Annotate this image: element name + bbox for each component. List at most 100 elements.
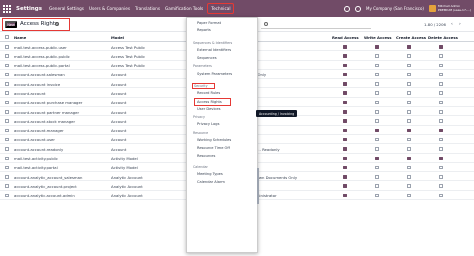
dropdown-item-user-devices[interactable]: User Devices — [197, 107, 221, 111]
delete-access-checkbox[interactable] — [439, 54, 443, 58]
read-access-checkbox[interactable] — [343, 72, 347, 77]
create-access-checkbox[interactable] — [407, 147, 411, 151]
row-checkbox[interactable] — [5, 137, 9, 142]
read-access-checkbox[interactable] — [343, 193, 347, 198]
new-button[interactable]: New — [5, 21, 17, 28]
row-checkbox[interactable] — [5, 63, 9, 68]
create-access-checkbox[interactable] — [407, 54, 411, 58]
pager-prev-button[interactable]: ‹ — [451, 22, 453, 27]
delete-access-checkbox[interactable] — [439, 193, 443, 198]
row-checkbox[interactable] — [5, 147, 9, 151]
apps-menu-icon[interactable] — [3, 4, 11, 13]
delete-access-checkbox[interactable] — [439, 82, 443, 86]
create-access-checkbox[interactable] — [407, 110, 411, 114]
select-all-checkbox[interactable] — [5, 35, 9, 39]
dropdown-item-paper-format[interactable]: Paper Format — [197, 21, 221, 25]
gear-icon[interactable] — [55, 22, 59, 26]
write-access-checkbox[interactable] — [375, 100, 379, 105]
write-access-checkbox[interactable] — [375, 165, 379, 170]
menu-gamification-tools[interactable]: Gamification Tools — [165, 6, 203, 11]
write-access-checkbox[interactable] — [375, 128, 379, 133]
column-header-create-access[interactable]: Create Access — [396, 35, 426, 40]
write-access-checkbox[interactable] — [375, 72, 379, 77]
write-access-checkbox[interactable] — [375, 119, 379, 123]
dropdown-scrollbar[interactable] — [257, 168, 259, 204]
delete-access-checkbox[interactable] — [439, 165, 443, 170]
menu-general-settings[interactable]: General Settings — [49, 6, 84, 11]
read-access-checkbox[interactable] — [343, 175, 347, 179]
company-switcher[interactable]: My Company (San Francisco) — [366, 6, 424, 11]
row-checkbox[interactable] — [5, 184, 9, 188]
pager-next-button[interactable]: › — [459, 22, 461, 27]
read-access-checkbox[interactable] — [343, 137, 347, 142]
read-access-checkbox[interactable] — [343, 184, 347, 188]
read-access-checkbox[interactable] — [343, 100, 347, 105]
delete-access-checkbox[interactable] — [439, 91, 443, 95]
dropdown-item-privacy-logs[interactable]: Privacy Logs — [197, 122, 219, 126]
read-access-checkbox[interactable] — [343, 63, 347, 68]
create-access-checkbox[interactable] — [407, 91, 411, 95]
create-access-checkbox[interactable] — [407, 100, 411, 105]
read-access-checkbox[interactable] — [343, 147, 347, 151]
create-access-checkbox[interactable] — [407, 45, 411, 49]
delete-access-checkbox[interactable] — [439, 110, 443, 114]
dropdown-item-access-rights[interactable]: Access Rights — [194, 98, 231, 106]
dropdown-item-resource-time-off[interactable]: Resource Time Off — [197, 146, 230, 150]
write-access-checkbox[interactable] — [375, 82, 379, 86]
row-checkbox[interactable] — [5, 156, 9, 161]
dropdown-item-working-schedules[interactable]: Working Schedules — [197, 138, 231, 142]
write-access-checkbox[interactable] — [375, 91, 379, 95]
delete-access-checkbox[interactable] — [439, 156, 443, 161]
column-header-read-access[interactable]: Read Access — [332, 35, 359, 40]
activity-clock-icon[interactable] — [355, 5, 361, 12]
read-access-checkbox[interactable] — [343, 119, 347, 123]
read-access-checkbox[interactable] — [343, 91, 347, 95]
read-access-checkbox[interactable] — [343, 156, 347, 161]
row-checkbox[interactable] — [5, 72, 9, 77]
read-access-checkbox[interactable] — [343, 165, 347, 170]
write-access-checkbox[interactable] — [375, 184, 379, 188]
write-access-checkbox[interactable] — [375, 193, 379, 198]
write-access-checkbox[interactable] — [375, 156, 379, 161]
dropdown-item-resources[interactable]: Resources — [197, 154, 215, 158]
column-header-write-access[interactable]: Write Access — [364, 35, 392, 40]
pager-value[interactable]: 1-80 / 2206 — [424, 22, 446, 27]
dropdown-item-external-identifiers[interactable]: External Identifiers — [197, 48, 231, 52]
column-header-delete-access[interactable]: Delete Access — [428, 35, 458, 40]
write-access-checkbox[interactable] — [375, 175, 379, 179]
row-checkbox[interactable] — [5, 193, 9, 198]
delete-access-checkbox[interactable] — [439, 72, 443, 77]
write-access-checkbox[interactable] — [375, 63, 379, 68]
create-access-checkbox[interactable] — [407, 72, 411, 77]
create-access-checkbox[interactable] — [407, 137, 411, 142]
row-checkbox[interactable] — [5, 119, 9, 123]
row-checkbox[interactable] — [5, 175, 9, 179]
delete-access-checkbox[interactable] — [439, 184, 443, 188]
row-checkbox[interactable] — [5, 82, 9, 86]
user-menu[interactable]: Mitchell Admin PREMIUM (saas-17-...) — [429, 4, 471, 12]
create-access-checkbox[interactable] — [407, 184, 411, 188]
row-checkbox[interactable] — [5, 45, 9, 49]
read-access-checkbox[interactable] — [343, 128, 347, 133]
row-checkbox[interactable] — [5, 110, 9, 114]
create-access-checkbox[interactable] — [407, 128, 411, 133]
row-checkbox[interactable] — [5, 128, 9, 133]
create-access-checkbox[interactable] — [407, 175, 411, 179]
create-access-checkbox[interactable] — [407, 156, 411, 161]
row-checkbox[interactable] — [5, 91, 9, 95]
write-access-checkbox[interactable] — [375, 45, 379, 49]
create-access-checkbox[interactable] — [407, 82, 411, 86]
column-header-model[interactable]: Model — [111, 35, 124, 40]
delete-access-checkbox[interactable] — [439, 119, 443, 123]
dropdown-item-reports[interactable]: Reports — [197, 28, 211, 32]
delete-access-checkbox[interactable] — [439, 175, 443, 179]
create-access-checkbox[interactable] — [407, 193, 411, 198]
menu-users-companies[interactable]: Users & Companies — [89, 6, 130, 11]
delete-access-checkbox[interactable] — [439, 137, 443, 142]
dropdown-item-record-rules[interactable]: Record Rules — [197, 91, 220, 95]
search-input[interactable] — [261, 20, 371, 29]
create-access-checkbox[interactable] — [407, 165, 411, 170]
read-access-checkbox[interactable] — [343, 54, 347, 58]
write-access-checkbox[interactable] — [375, 54, 379, 58]
delete-access-checkbox[interactable] — [439, 100, 443, 105]
